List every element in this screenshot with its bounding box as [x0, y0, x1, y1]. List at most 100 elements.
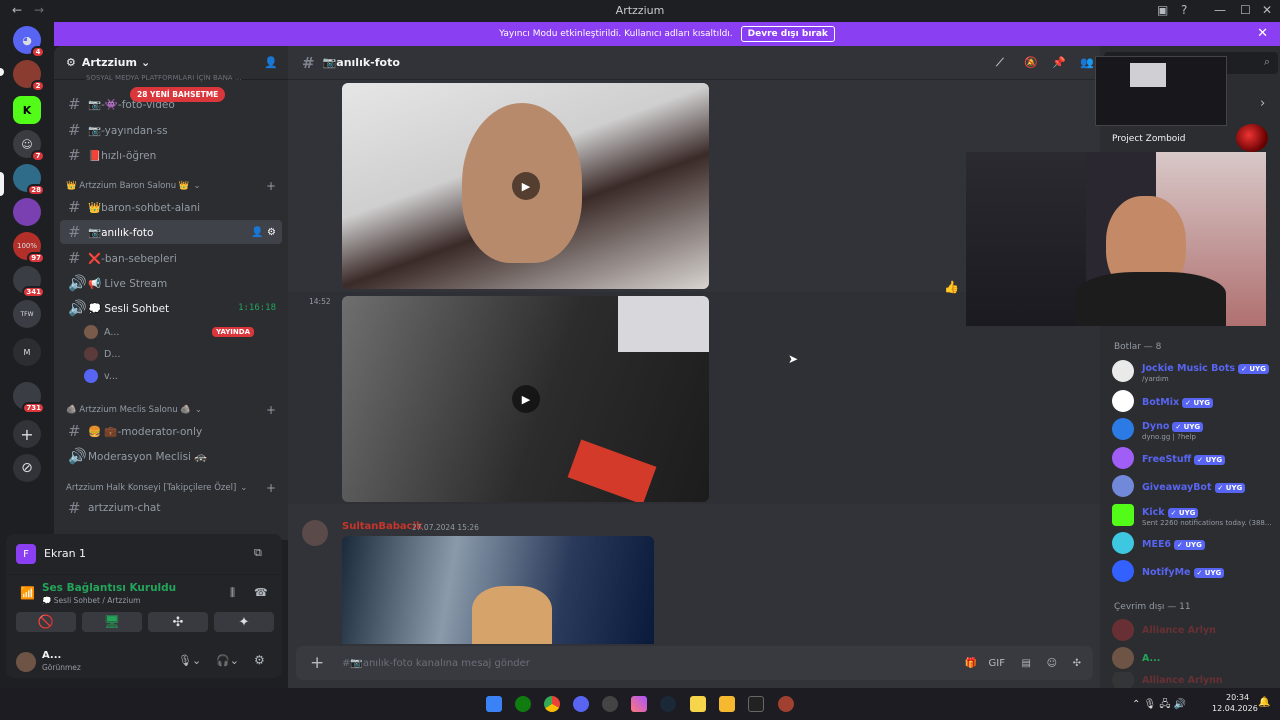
- voice-channel-item[interactable]: 🔊 📢 Live Stream: [60, 271, 282, 295]
- member-item[interactable]: Alliance Arlynn: [1112, 672, 1277, 688]
- popout-icon[interactable]: ⧉: [254, 546, 262, 560]
- gif-icon[interactable]: GIF: [989, 658, 1005, 669]
- start-icon[interactable]: [486, 696, 502, 712]
- file-explorer-icon[interactable]: [719, 696, 735, 712]
- minimize-icon[interactable]: —: [1214, 3, 1226, 17]
- add-attachment-icon[interactable]: +: [310, 653, 324, 673]
- obs-icon[interactable]: [602, 696, 618, 712]
- channel-item[interactable]: # 🍔 💼-moderator-only: [60, 419, 282, 443]
- disconnect-icon[interactable]: ☎: [254, 586, 268, 599]
- discord-home-icon[interactable]: ◕ 4: [13, 26, 45, 58]
- add-member-icon[interactable]: 👤: [264, 56, 278, 69]
- channel-item[interactable]: # 📷-yayından-ss: [60, 118, 282, 142]
- video-attachment[interactable]: ▶: [342, 296, 709, 502]
- avatar[interactable]: [302, 520, 328, 546]
- add-channel-icon[interactable]: +: [266, 403, 276, 417]
- server-icon[interactable]: TFW: [13, 300, 41, 328]
- threads-icon[interactable]: ⟋: [996, 56, 1004, 70]
- server-icon[interactable]: 731: [13, 382, 45, 414]
- channel-item[interactable]: # ❌-ban-sebepleri: [60, 246, 282, 270]
- play-icon[interactable]: ▶: [512, 385, 540, 413]
- voice-channel-item[interactable]: 🔊 Moderasyon Meclisi 🚓: [60, 444, 282, 468]
- channel-item-active[interactable]: # 📷anılık-foto 👤 ⚙: [60, 220, 282, 244]
- new-mentions-pill[interactable]: 28 YENİ BAHSETME: [130, 87, 226, 102]
- server-icon[interactable]: [13, 198, 41, 226]
- sticker-icon[interactable]: ▤: [1022, 658, 1031, 669]
- member-item[interactable]: FreeStuff ✓ UYG: [1112, 445, 1277, 471]
- soundboard-button[interactable]: ✦: [214, 612, 274, 632]
- discord-icon[interactable]: [573, 696, 589, 712]
- channel-label: Moderasyon Meclisi 🚓: [88, 450, 208, 463]
- message-author[interactable]: SultanBabacik: [342, 521, 423, 532]
- inbox-icon[interactable]: ▣: [1157, 3, 1168, 17]
- close-icon[interactable]: ✕: [1257, 26, 1268, 41]
- channel-item[interactable]: # artzzium-chat: [60, 496, 282, 520]
- close-window-icon[interactable]: ✕: [1262, 3, 1272, 17]
- category-header[interactable]: 🪨 Artzzium Meclis Salonu 🪨 ⌄ +: [66, 402, 276, 418]
- add-server-icon[interactable]: +: [13, 420, 41, 448]
- avatar[interactable]: [16, 652, 36, 672]
- server-label: M: [23, 347, 31, 357]
- microphone-icon[interactable]: 🎙⌄: [178, 654, 201, 667]
- video-attachment[interactable]: ▶: [342, 83, 709, 289]
- play-icon[interactable]: ▶: [512, 172, 540, 200]
- server-icon[interactable]: M: [13, 338, 41, 366]
- chrome-icon[interactable]: [544, 696, 560, 712]
- notification-icon[interactable]: 🔔: [1258, 697, 1270, 708]
- chevron-right-icon[interactable]: ›: [1260, 96, 1265, 111]
- server-icon[interactable]: 341: [13, 266, 45, 298]
- explore-icon[interactable]: ⊘: [13, 454, 41, 482]
- voice-user[interactable]: v...: [84, 366, 274, 386]
- terminal-icon[interactable]: [748, 696, 764, 712]
- camera-off-button[interactable]: 🚫: [16, 612, 76, 632]
- kick-server-icon[interactable]: K: [13, 96, 41, 124]
- headphones-icon[interactable]: 🎧⌄: [216, 654, 239, 667]
- member-item[interactable]: MEE6 ✓ UYG: [1112, 530, 1277, 556]
- emoji-icon[interactable]: ☺: [1047, 658, 1057, 669]
- member-item[interactable]: Jockie Music Bots ✓ UYG/yardım: [1112, 358, 1277, 384]
- channel-item[interactable]: # 👑baron-sohbet-alani: [60, 195, 282, 219]
- xbox-icon[interactable]: [515, 696, 531, 712]
- members-icon[interactable]: 👥: [1080, 56, 1094, 69]
- server-icon[interactable]: ☺ 7: [13, 130, 45, 162]
- server-icon[interactable]: 28: [13, 164, 45, 196]
- member-item[interactable]: BotMix ✓ UYG: [1112, 388, 1277, 414]
- member-item[interactable]: NotifyMe ✓ UYG: [1112, 558, 1277, 584]
- voice-user[interactable]: A... YAYINDA: [84, 322, 274, 342]
- add-channel-icon[interactable]: +: [266, 481, 276, 495]
- image-attachment[interactable]: [342, 536, 654, 644]
- screen-share-button[interactable]: 🖥: [82, 612, 142, 632]
- member-item[interactable]: Alliance Arlyn: [1112, 617, 1277, 643]
- member-item[interactable]: A...: [1112, 645, 1277, 671]
- mute-icon[interactable]: 🔕: [1024, 56, 1038, 69]
- settings-icon[interactable]: 👤 ⚙: [251, 227, 276, 238]
- steam-icon[interactable]: [660, 696, 676, 712]
- gift-icon[interactable]: 🎁: [965, 658, 977, 669]
- reaction-icon[interactable]: 👍: [944, 280, 959, 294]
- category-header[interactable]: 👑 Artzzium Baron Salonu 👑 ⌄ +: [66, 178, 276, 194]
- activities-button[interactable]: ✣: [148, 612, 208, 632]
- add-channel-icon[interactable]: +: [266, 179, 276, 193]
- apps-icon[interactable]: ✣: [1073, 658, 1081, 669]
- user-settings-icon[interactable]: ⚙: [254, 653, 265, 667]
- message-composer[interactable]: + #📷anılık-foto kanalına mesaj gönder 🎁 …: [296, 646, 1093, 680]
- voice-channel-item[interactable]: 🔊 💭 Sesli Sohbet 1:16:18: [60, 296, 282, 320]
- category-header[interactable]: Artzzium Halk Konseyi [Takipçilere Özel]…: [66, 480, 276, 496]
- server-icon[interactable]: 100% 97: [13, 232, 45, 264]
- photos-icon[interactable]: [631, 696, 647, 712]
- server-icon[interactable]: 2: [13, 60, 45, 92]
- member-item[interactable]: Dyno ✓ UYG dyno.gg | ?help: [1112, 416, 1277, 442]
- sticky-notes-icon[interactable]: [690, 696, 706, 712]
- app-icon[interactable]: [778, 696, 794, 712]
- tray-icons[interactable]: ⌃ 🎙 🖧 🔊: [1132, 697, 1186, 714]
- noise-suppression-icon[interactable]: ⫼: [230, 586, 235, 600]
- maximize-icon[interactable]: ☐: [1240, 3, 1251, 17]
- channel-item[interactable]: # 📕hızlı-öğren: [60, 143, 282, 167]
- connection-location[interactable]: 💭 Sesli Sohbet / Artzzium: [42, 596, 140, 605]
- member-item[interactable]: GiveawayBot ✓ UYG: [1112, 473, 1277, 499]
- help-icon[interactable]: ?: [1181, 3, 1187, 17]
- disable-button[interactable]: Devre dışı bırak: [740, 26, 835, 42]
- pin-icon[interactable]: 📌: [1052, 56, 1066, 69]
- voice-user[interactable]: D...: [84, 344, 274, 364]
- member-item[interactable]: Kick ✓ UYG Sent 2260 notifications today. …: [1112, 502, 1277, 528]
